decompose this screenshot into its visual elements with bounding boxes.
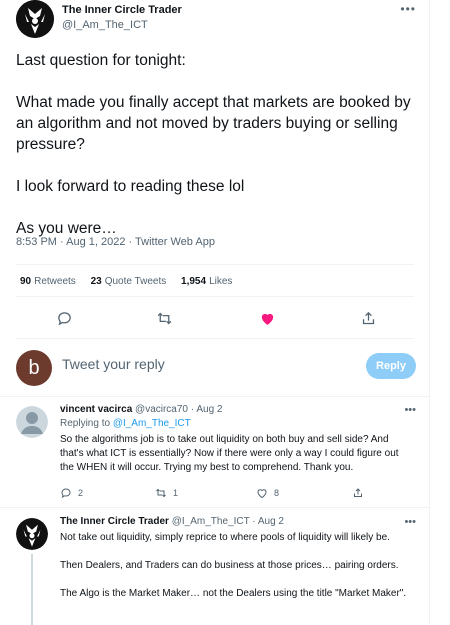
more-options-icon[interactable]: ••• bbox=[404, 516, 416, 528]
ict-logo-icon bbox=[16, 0, 54, 38]
heart-filled-icon[interactable] bbox=[255, 306, 279, 330]
like-action[interactable]: 8 bbox=[256, 487, 279, 499]
reply-paragraph: Then Dealers, and Traders can do busines… bbox=[60, 560, 399, 571]
quote-tweets-stat[interactable]: 23 Quote Tweets bbox=[91, 276, 167, 287]
tweet-meta: 8:53 PM · Aug 1, 2022 · Twitter Web App bbox=[16, 236, 215, 248]
divider bbox=[0, 507, 430, 508]
avatar[interactable] bbox=[16, 0, 54, 38]
share-icon bbox=[354, 488, 362, 497]
reply-header: The Inner Circle Trader @I_Am_The_ICT · … bbox=[60, 516, 284, 527]
divider bbox=[16, 338, 414, 339]
share-icon[interactable] bbox=[356, 306, 380, 330]
tweet-text: Last question for tonight: What made you… bbox=[16, 50, 416, 239]
tweet-paragraph: What made you finally accept that market… bbox=[16, 94, 411, 153]
tweet-actions bbox=[16, 306, 414, 330]
reply-action[interactable]: 2 bbox=[60, 487, 83, 499]
reply-icon[interactable] bbox=[52, 306, 76, 330]
retweet-action[interactable]: 1 bbox=[155, 487, 178, 499]
tweet-column: The Inner Circle Trader @I_Am_The_ICT ••… bbox=[0, 0, 430, 625]
tweet-stats: 90 Retweets 23 Quote Tweets 1,954 Likes bbox=[20, 276, 244, 287]
retweet-icon[interactable] bbox=[152, 306, 176, 330]
reply-icon bbox=[61, 488, 71, 499]
reply-author-name[interactable]: vincent vacirca bbox=[60, 404, 132, 415]
avatar[interactable] bbox=[16, 406, 48, 438]
reply-actions: 2 1 8 bbox=[60, 487, 380, 501]
thread-line bbox=[31, 554, 33, 625]
reply-text: Not take out liquidity, simply reprice t… bbox=[60, 531, 420, 615]
avatar[interactable]: b bbox=[16, 350, 52, 386]
reply-header: vincent vacirca @vacirca70 · Aug 2 bbox=[60, 404, 222, 415]
retweets-stat[interactable]: 90 Retweets bbox=[20, 276, 76, 287]
reply-tweet[interactable]: The Inner Circle Trader @I_Am_The_ICT · … bbox=[16, 516, 416, 625]
reply-tweet[interactable]: vincent vacirca @vacirca70 · Aug 2 ••• R… bbox=[16, 404, 416, 500]
share-action[interactable] bbox=[352, 487, 364, 499]
avatar[interactable] bbox=[16, 518, 48, 550]
tweet-header: The Inner Circle Trader @I_Am_The_ICT ••… bbox=[16, 0, 416, 40]
tweet-paragraph: Last question for tonight: bbox=[16, 52, 186, 69]
reply-author-handle[interactable]: @I_Am_The_ICT bbox=[172, 516, 250, 527]
reply-author-handle[interactable]: @vacirca70 bbox=[135, 404, 188, 415]
divider bbox=[0, 396, 430, 397]
replying-to: Replying to @I_Am_The_ICT bbox=[60, 418, 191, 429]
tweet-paragraph: I look forward to reading these lol bbox=[16, 178, 245, 195]
reply-paragraph: The Algo is the Market Maker… not the De… bbox=[60, 588, 407, 599]
divider bbox=[16, 264, 414, 265]
more-options-icon[interactable]: ••• bbox=[400, 2, 416, 16]
reply-button[interactable]: Reply bbox=[366, 353, 416, 379]
reply-author-name[interactable]: The Inner Circle Trader bbox=[60, 516, 169, 527]
reply-date[interactable]: · Aug 2 bbox=[191, 404, 223, 415]
default-avatar-icon bbox=[16, 406, 48, 438]
reply-paragraph: Not take out liquidity, simply reprice t… bbox=[60, 532, 390, 543]
replying-to-link[interactable]: @I_Am_The_ICT bbox=[113, 418, 191, 429]
more-options-icon[interactable]: ••• bbox=[404, 404, 416, 416]
retweet-icon bbox=[156, 488, 166, 498]
reply-text: So the algorithms job is to take out liq… bbox=[60, 434, 399, 473]
reply-composer: b Reply bbox=[16, 348, 416, 388]
likes-stat[interactable]: 1,954 Likes bbox=[181, 276, 232, 287]
tweet-timestamp[interactable]: 8:53 PM · Aug 1, 2022 bbox=[16, 236, 125, 248]
heart-icon bbox=[257, 489, 267, 499]
tweet-client[interactable]: Twitter Web App bbox=[135, 236, 215, 248]
ict-logo-icon bbox=[16, 518, 48, 550]
divider bbox=[16, 296, 414, 297]
author-name[interactable]: The Inner Circle Trader bbox=[62, 4, 182, 16]
reply-input[interactable] bbox=[62, 356, 352, 372]
reply-date[interactable]: · Aug 2 bbox=[252, 516, 284, 527]
author-handle[interactable]: @I_Am_The_ICT bbox=[62, 19, 148, 31]
